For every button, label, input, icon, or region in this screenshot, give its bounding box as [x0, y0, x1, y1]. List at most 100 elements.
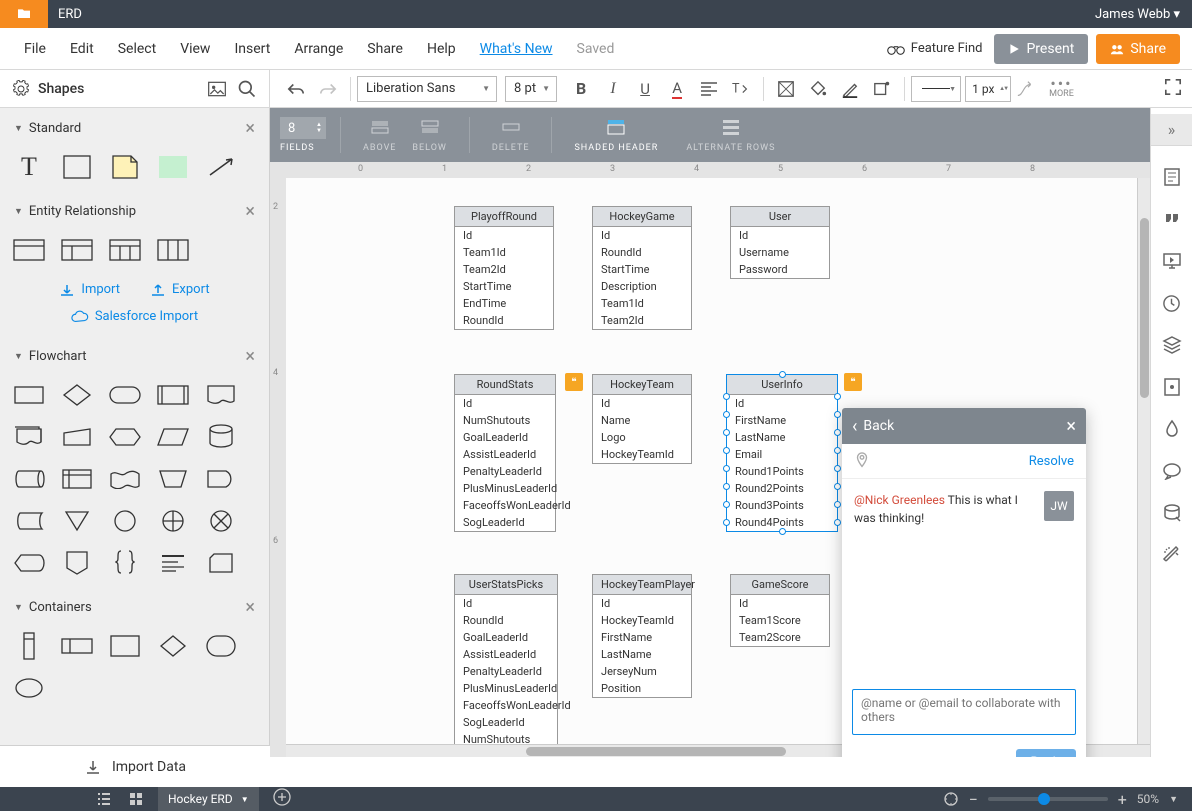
page-settings-icon[interactable]	[1151, 156, 1192, 198]
fc-connector[interactable]	[108, 507, 142, 535]
undo-button[interactable]	[282, 75, 310, 103]
add-page-button[interactable]	[273, 788, 291, 810]
more-button[interactable]: •••MORE	[1049, 79, 1074, 99]
text-shape[interactable]: T	[12, 153, 46, 181]
fc-decision[interactable]	[60, 381, 94, 409]
salesforce-import-link[interactable]: Salesforce Import	[0, 305, 269, 336]
data-linking-icon[interactable]	[1151, 492, 1192, 534]
section-standard[interactable]: ▼Standard×	[0, 108, 269, 149]
fc-offpage[interactable]	[60, 549, 94, 577]
fc-data[interactable]	[156, 423, 190, 451]
fc-multidoc[interactable]	[12, 423, 46, 451]
fc-or[interactable]	[156, 507, 190, 535]
er-shape-3[interactable]	[108, 236, 142, 264]
gear-icon[interactable]	[12, 80, 30, 98]
close-icon[interactable]: ×	[245, 201, 255, 222]
fc-card[interactable]	[204, 549, 238, 577]
feature-find[interactable]: Feature Find	[887, 41, 983, 56]
comment-marker[interactable]: ❝	[844, 373, 862, 391]
history-icon[interactable]	[1151, 282, 1192, 324]
fc-paper-tape[interactable]	[108, 465, 142, 493]
shape-options-button[interactable]	[868, 75, 896, 103]
fc-direct-data[interactable]	[12, 465, 46, 493]
present-button[interactable]: Present	[994, 34, 1088, 64]
fill-color-button[interactable]	[804, 75, 832, 103]
canvas-scrollbar-v[interactable]	[1137, 178, 1150, 744]
comment-marker[interactable]: ❝	[565, 373, 583, 391]
redo-button[interactable]	[314, 75, 342, 103]
line-width-select[interactable]: 1 px	[965, 76, 1011, 102]
erd-game-score[interactable]: GameScore Id Team1Score Team2Score	[730, 574, 830, 647]
comment-input[interactable]	[852, 689, 1076, 735]
pin-icon[interactable]	[854, 452, 870, 470]
canvas[interactable]: PlayoffRound Id Team1Id Team2Id StartTim…	[286, 178, 1150, 757]
delete-button[interactable]: ×DELETE	[492, 117, 530, 153]
image-icon[interactable]	[207, 80, 227, 98]
import-data-button[interactable]: Import Data	[0, 745, 270, 787]
er-shape-2[interactable]	[60, 236, 94, 264]
master-page-icon[interactable]	[1151, 366, 1192, 408]
fc-database[interactable]	[204, 423, 238, 451]
cont-2[interactable]	[60, 632, 94, 660]
erd-user-stats-picks[interactable]: UserStatsPicks Id RoundId GoalLeaderId A…	[454, 574, 558, 757]
shape-fill-button[interactable]	[772, 75, 800, 103]
close-icon[interactable]: ×	[245, 346, 255, 367]
cont-4[interactable]	[156, 632, 190, 660]
fc-predefined[interactable]	[156, 381, 190, 409]
cont-5[interactable]	[204, 632, 238, 660]
italic-button[interactable]: I	[599, 75, 627, 103]
menu-whats-new[interactable]: What's New	[468, 41, 565, 57]
fc-stored-data[interactable]	[12, 507, 46, 535]
fc-manual-input[interactable]	[60, 423, 94, 451]
erd-round-stats[interactable]: RoundStats Id NumShutouts GoalLeaderId A…	[454, 374, 556, 532]
zoom-slider[interactable]	[988, 797, 1108, 801]
document-folder-icon[interactable]	[0, 0, 48, 28]
fc-document[interactable]	[204, 381, 238, 409]
menu-share[interactable]: Share	[355, 41, 415, 57]
zoom-target-icon[interactable]	[943, 791, 959, 807]
underline-button[interactable]: U	[631, 75, 659, 103]
page-tab[interactable]: Hockey ERD	[158, 787, 259, 811]
presentation-icon[interactable]	[1151, 240, 1192, 282]
text-options-button[interactable]: T	[727, 75, 755, 103]
note-shape[interactable]	[108, 153, 142, 181]
block-shape[interactable]	[156, 153, 190, 181]
quote-icon[interactable]	[1151, 198, 1192, 240]
zoom-level[interactable]: 50%	[1137, 792, 1159, 806]
cont-6[interactable]	[12, 674, 46, 702]
magic-icon[interactable]	[1151, 534, 1192, 576]
alternate-rows-button[interactable]: ALTERNATE ROWS	[686, 117, 775, 153]
font-select[interactable]: Liberation Sans	[357, 76, 497, 102]
er-shape-4[interactable]	[156, 236, 190, 264]
fc-summing[interactable]	[204, 507, 238, 535]
menu-select[interactable]: Select	[106, 41, 168, 57]
menu-edit[interactable]: Edit	[58, 41, 106, 57]
font-size-select[interactable]: 8 pt	[505, 76, 557, 102]
fullscreen-button[interactable]	[1164, 78, 1182, 100]
fc-delay[interactable]	[204, 465, 238, 493]
fc-process[interactable]	[12, 381, 46, 409]
cont-3[interactable]	[108, 632, 142, 660]
list-view-icon[interactable]	[88, 787, 120, 811]
fc-brace[interactable]	[108, 549, 142, 577]
erd-user-info[interactable]: UserInfo Id FirstName LastName Email Rou…	[726, 374, 838, 532]
zoom-in-button[interactable]: +	[1118, 790, 1127, 809]
erd-hockey-game[interactable]: HockeyGame Id RoundId StartTime Descript…	[592, 206, 692, 330]
menu-insert[interactable]: Insert	[222, 41, 282, 57]
search-icon[interactable]	[237, 79, 257, 99]
comments-icon[interactable]	[1151, 450, 1192, 492]
reply-button[interactable]: Reply	[1016, 749, 1076, 757]
menu-arrange[interactable]: Arrange	[282, 41, 355, 57]
grid-view-icon[interactable]	[120, 787, 152, 811]
zoom-out-button[interactable]: −	[969, 790, 978, 809]
line-style-select[interactable]	[911, 76, 961, 102]
menu-file[interactable]: File	[12, 41, 58, 57]
insert-above-button[interactable]: ABOVE	[363, 117, 396, 153]
menu-view[interactable]: View	[168, 41, 222, 57]
user-menu[interactable]: James Webb ▾	[1095, 7, 1180, 22]
section-flowchart[interactable]: ▼Flowchart×	[0, 336, 269, 377]
layers-icon[interactable]	[1151, 324, 1192, 366]
share-button[interactable]: Share	[1096, 34, 1180, 64]
fc-internal[interactable]	[60, 465, 94, 493]
menu-help[interactable]: Help	[415, 41, 468, 57]
